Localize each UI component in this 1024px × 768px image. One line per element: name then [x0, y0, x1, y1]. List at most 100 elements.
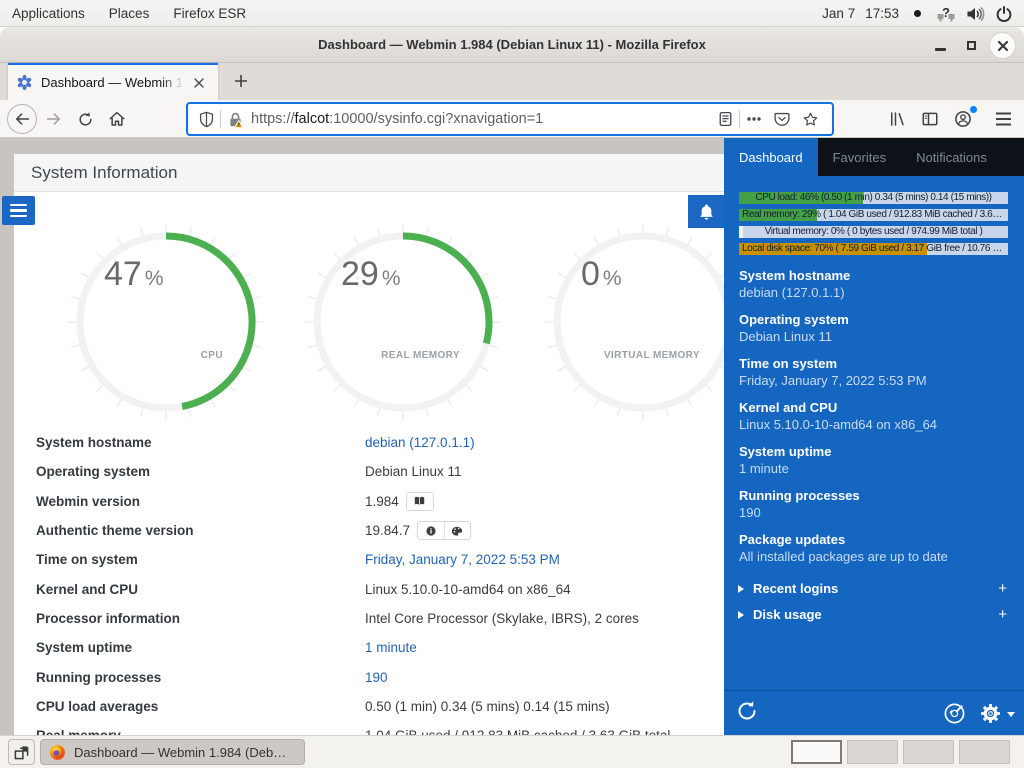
firefox-icon	[49, 744, 66, 761]
forward-button[interactable]	[38, 100, 70, 138]
progress-text: Real memory: 29% ( 1.04 GiB used / 912.8…	[739, 209, 1008, 221]
minimize-button[interactable]	[935, 48, 946, 51]
panel-bottom-bar	[724, 690, 1024, 735]
info-value-link[interactable]: Friday, January 7, 2022 5:53 PM	[365, 545, 560, 574]
tab-close-icon[interactable]	[189, 73, 209, 93]
info-value-link[interactable]: 190	[365, 663, 388, 692]
workspace-4[interactable]	[959, 740, 1010, 764]
info-row-value: 19.84.7	[365, 516, 471, 545]
info-value-text: 1.984	[365, 487, 399, 516]
info-row-value: Intel Core Processor (Skylake, IBRS), 2 …	[365, 604, 639, 633]
speedometer-icon[interactable]	[943, 702, 966, 725]
mini-button-group	[417, 521, 471, 540]
app-menu-icon[interactable]	[988, 104, 1018, 134]
info-mini-button[interactable]	[418, 522, 444, 539]
panel-section-value: 1 minute	[739, 460, 1009, 477]
reload-button[interactable]	[69, 100, 101, 138]
firefox-esr-menu[interactable]: Firefox ESR	[161, 0, 258, 26]
expand-plus-icon[interactable]: +	[998, 576, 1007, 602]
url-text[interactable]: https://falcot:10000/sysinfo.cgi?xnaviga…	[249, 111, 711, 127]
svg-text:?: ?	[942, 5, 950, 20]
applications-menu[interactable]: Applications	[0, 0, 97, 26]
close-button[interactable]	[989, 32, 1016, 59]
panel-section-title: System hostname	[739, 267, 1009, 284]
network-icon[interactable]: ?	[936, 4, 956, 24]
info-row-value[interactable]: Friday, January 7, 2022 5:53 PM	[365, 545, 560, 574]
sidebar-toggle-button[interactable]	[2, 196, 35, 225]
info-row: Real memory1.04 GiB used / 912.83 MiB ca…	[14, 721, 724, 735]
info-row-label: Processor information	[36, 604, 180, 633]
info-row-label: System hostname	[36, 428, 152, 457]
gauge-label: REAL MEMORY	[381, 350, 460, 361]
mini-button-group	[406, 492, 434, 511]
panel-section-title: Time on system	[739, 355, 1009, 372]
info-row-label: Authentic theme version	[36, 516, 194, 545]
taskbar-window-button[interactable]: Dashboard — Webmin 1.984 (Deb…	[40, 739, 305, 765]
browser-tab[interactable]: Dashboard — Webmin 1.984 (Debian Linux 1…	[8, 63, 218, 100]
workspace-2[interactable]	[847, 740, 898, 764]
gauge-percent: 0%	[581, 255, 622, 294]
gnome-top-bar: Applications Places Firefox ESR Jan 7 17…	[0, 0, 1024, 27]
page-actions-icon[interactable]	[740, 105, 768, 133]
account-icon[interactable]	[948, 104, 978, 134]
clock[interactable]: Jan 7 17:53	[822, 6, 899, 21]
workspace-3[interactable]	[903, 740, 954, 764]
gear-icon	[980, 703, 1001, 724]
info-row: System uptime 1 minute	[14, 633, 724, 662]
pocket-icon[interactable]	[768, 105, 796, 133]
url-path: :10000/sysinfo.cgi?xnavigation=1	[329, 111, 543, 127]
palette-mini-button[interactable]	[444, 522, 470, 539]
maximize-button[interactable]	[967, 41, 976, 50]
panel-collapsible-disk-usage[interactable]: Disk usage+	[724, 602, 1024, 628]
back-button[interactable]	[6, 100, 38, 138]
panel-section-value: 190	[739, 504, 1009, 521]
notifications-bell-button[interactable]	[688, 195, 724, 228]
bookmark-star-icon[interactable]	[796, 105, 824, 133]
settings-gear-button[interactable]	[980, 701, 1018, 725]
triangle-right-icon	[738, 585, 744, 593]
book-mini-button[interactable]	[407, 493, 433, 510]
workspace-1[interactable]	[791, 740, 842, 764]
info-row: Authentic theme version 19.84.7	[14, 516, 724, 545]
tracking-protection-shield-icon[interactable]	[192, 105, 220, 133]
taskbar: Dashboard — Webmin 1.984 (Deb…	[0, 735, 1024, 768]
url-bar[interactable]: https://falcot:10000/sysinfo.cgi?xnaviga…	[186, 102, 834, 136]
info-row-value[interactable]: debian (127.0.1.1)	[365, 428, 475, 457]
info-row-label: System uptime	[36, 633, 132, 662]
info-value-text: Intel Core Processor (Skylake, IBRS), 2 …	[365, 604, 639, 633]
info-value-text: Linux 5.10.0-10-amd64 on x86_64	[365, 575, 571, 604]
panel-tab-favorites[interactable]: Favorites	[818, 138, 901, 176]
gauge-percent: 29%	[341, 255, 401, 294]
refresh-icon[interactable]	[735, 699, 759, 723]
panel-tab-notifications[interactable]: Notifications	[901, 138, 1002, 176]
info-value-link[interactable]: debian (127.0.1.1)	[365, 428, 475, 457]
info-row-value[interactable]: 1 minute	[365, 633, 417, 662]
volume-icon[interactable]	[965, 4, 985, 24]
panel-section-value: debian (127.0.1.1)	[739, 284, 1009, 301]
sidebars-icon[interactable]	[915, 104, 945, 134]
power-icon[interactable]	[994, 4, 1014, 24]
home-button[interactable]	[101, 100, 133, 138]
places-menu[interactable]: Places	[97, 0, 162, 26]
library-icon[interactable]	[882, 104, 912, 134]
info-row-value: Linux 5.10.0-10-amd64 on x86_64	[365, 575, 571, 604]
info-row-label: Running processes	[36, 663, 161, 692]
info-row-value[interactable]: 190	[365, 663, 388, 692]
expand-plus-icon[interactable]: +	[998, 602, 1007, 628]
caret-down-icon	[1007, 712, 1015, 717]
panel-progress-bar: Local disk space: 70% ( 7.59 GiB used / …	[739, 243, 1008, 255]
panel-collapsible-recent-logins[interactable]: Recent logins +	[724, 576, 1024, 602]
info-value-link[interactable]: 1 minute	[365, 633, 417, 662]
new-tab-button[interactable]	[228, 68, 254, 94]
url-host: falcot	[295, 111, 330, 127]
padlock-warning-icon[interactable]	[221, 105, 249, 133]
window-titlebar[interactable]: Dashboard — Webmin 1.984 (Debian Linux 1…	[0, 27, 1024, 63]
show-desktop-button[interactable]	[8, 739, 35, 765]
panel-tab-dashboard[interactable]: Dashboard	[724, 138, 818, 176]
collapsible-label: Recent logins	[753, 576, 838, 602]
panel-section-value: Friday, January 7, 2022 5:53 PM	[739, 372, 1009, 389]
info-row-label: Real memory	[36, 721, 121, 735]
info-row: Webmin version1.984	[14, 487, 724, 516]
reader-mode-icon[interactable]	[711, 105, 739, 133]
panel-info-sections: System hostnamedebian (127.0.1.1)Operati…	[739, 267, 1009, 575]
